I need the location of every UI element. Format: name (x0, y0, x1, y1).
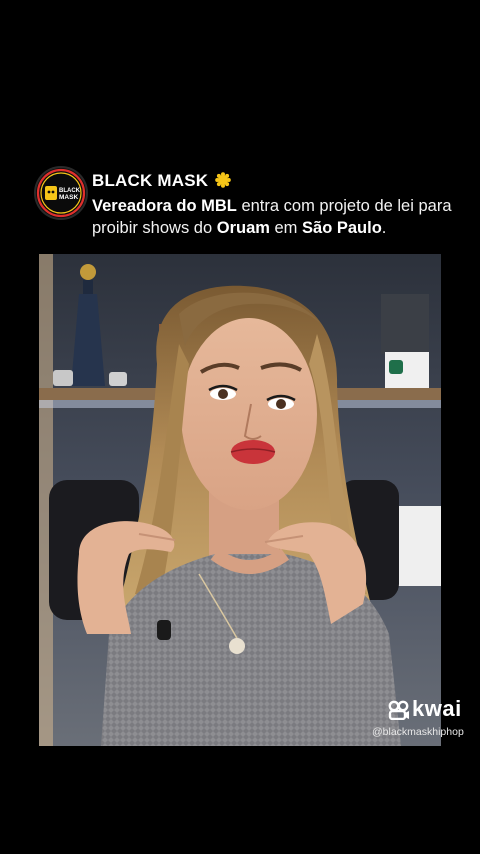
kwai-logo-icon (388, 700, 409, 720)
headline-segment: em (269, 219, 303, 237)
verified-badge-icon (215, 172, 231, 188)
avatar-logo-line-2: MASK (59, 194, 78, 201)
post-header: BLACK MASK BLACK MASK Vereadora do MBL e… (36, 168, 456, 244)
headline-segment: Vereadora do MBL (92, 197, 237, 215)
video-frame-image (39, 254, 441, 746)
kwai-handle: @blackmaskhiphop (372, 726, 464, 738)
kwai-watermark: kwai @blackmaskhiphop (372, 696, 472, 742)
post-headline: Vereadora do MBL entra com projeto de le… (92, 195, 462, 239)
black-mask-logo-icon: BLACK MASK (36, 168, 86, 218)
account-avatar[interactable]: BLACK MASK (36, 168, 86, 218)
kwai-brand-text: kwai (412, 696, 462, 721)
video-player[interactable] (39, 254, 441, 746)
account-name[interactable]: BLACK MASK (92, 171, 208, 191)
headline-segment: . (381, 219, 387, 237)
headline-segment: Oruam (216, 219, 270, 237)
headline-segment: São Paulo (302, 219, 382, 237)
